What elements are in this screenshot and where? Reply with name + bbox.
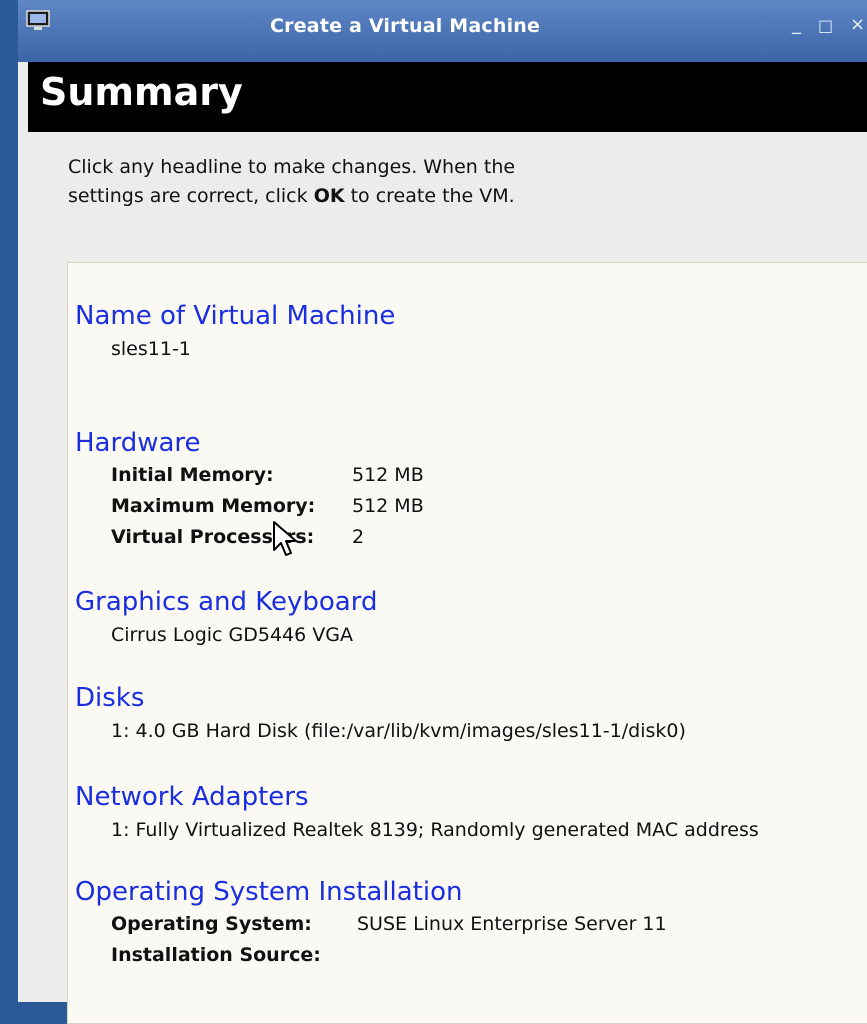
disk-value: 1: 4.0 GB Hard Disk (file:/var/lib/kvm/i… — [111, 720, 686, 742]
maximum-memory-value: 512 MB — [352, 495, 424, 517]
close-button[interactable]: × — [850, 14, 865, 35]
hardware-details: Initial Memory: 512 MB Maximum Memory: 5… — [111, 460, 424, 553]
initial-memory-value: 512 MB — [352, 464, 424, 486]
os-details: Operating System: SUSE Linux Enterprise … — [111, 909, 667, 971]
mouse-pointer-icon — [273, 521, 297, 556]
graphics-section: Graphics and Keyboard Cirrus Logic GD544… — [75, 585, 377, 651]
initial-memory-row: Initial Memory: 512 MB — [111, 460, 424, 491]
instructions-text: Click any headline to make changes. When… — [68, 153, 588, 211]
os-headline-link[interactable]: Operating System Installation — [75, 875, 667, 909]
minimize-button[interactable]: _ — [792, 14, 801, 35]
graphics-value: Cirrus Logic GD5446 VGA — [111, 624, 353, 646]
hardware-headline-link[interactable]: Hardware — [75, 426, 424, 460]
network-headline-link[interactable]: Network Adapters — [75, 780, 759, 814]
graphics-headline-link[interactable]: Graphics and Keyboard — [75, 585, 377, 619]
disks-headline-link[interactable]: Disks — [75, 681, 686, 715]
installation-source-label: Installation Source: — [111, 944, 321, 966]
monitor-icon — [26, 10, 50, 30]
window-title: Create a Virtual Machine — [270, 15, 541, 37]
network-section: Network Adapters 1: Fully Virtualized Re… — [75, 780, 759, 846]
maximize-button[interactable]: □ — [818, 16, 833, 35]
operating-system-row: Operating System: SUSE Linux Enterprise … — [111, 909, 667, 940]
ok-label: OK — [313, 185, 345, 207]
disks-section: Disks 1: 4.0 GB Hard Disk (file:/var/lib… — [75, 681, 686, 747]
page-header: Summary — [28, 62, 867, 132]
title-bar[interactable]: Create a Virtual Machine _ □ × — [18, 0, 867, 62]
summary-panel: Name of Virtual Machine sles11-1 Hardwar… — [67, 262, 867, 1024]
os-section: Operating System Installation Operating … — [75, 875, 667, 971]
vm-name-value: sles11-1 — [111, 338, 191, 360]
operating-system-label: Operating System: — [111, 913, 312, 935]
hardware-section: Hardware Initial Memory: 512 MB Maximum … — [75, 426, 424, 553]
virtual-processors-label: Virtual Processors: — [111, 526, 315, 548]
page-title: Summary — [40, 70, 243, 114]
maximum-memory-label: Maximum Memory: — [111, 495, 316, 517]
name-headline-link[interactable]: Name of Virtual Machine — [75, 299, 395, 333]
virtual-processors-row: Virtual Processors: 2 — [111, 522, 424, 553]
name-section: Name of Virtual Machine sles11-1 — [75, 299, 395, 365]
installation-source-row: Installation Source: — [111, 940, 667, 971]
initial-memory-label: Initial Memory: — [111, 464, 274, 486]
operating-system-value: SUSE Linux Enterprise Server 11 — [357, 913, 667, 935]
network-value: 1: Fully Virtualized Realtek 8139; Rando… — [111, 819, 759, 841]
maximum-memory-row: Maximum Memory: 512 MB — [111, 491, 424, 522]
instructions-after-ok: to create the VM. — [344, 185, 515, 207]
virtual-processors-value: 2 — [352, 526, 365, 548]
